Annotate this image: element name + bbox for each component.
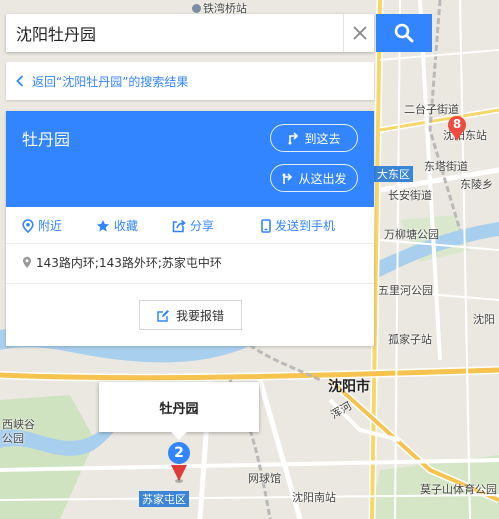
map-label-district: 沈阳 bbox=[473, 313, 495, 326]
map-marker-8[interactable]: 8 bbox=[443, 115, 471, 143]
location-pin-icon bbox=[22, 218, 34, 233]
from-here-button[interactable]: 从这出发 bbox=[270, 164, 358, 192]
share-icon bbox=[172, 219, 186, 232]
chevron-left-icon bbox=[16, 75, 24, 87]
map-label-park: 公园 bbox=[2, 432, 24, 445]
favorite-label: 收藏 bbox=[114, 219, 139, 233]
search-button[interactable] bbox=[376, 14, 432, 52]
nearby-button[interactable]: 附近 bbox=[22, 217, 62, 234]
report-error-label: 我要报错 bbox=[175, 308, 224, 323]
place-card: 牡丹园 到这去 从这出发 附近 收藏 分享 发送到手机 143路内环;143路外… bbox=[6, 111, 374, 346]
send-to-phone-label: 发送到手机 bbox=[275, 219, 336, 233]
marker-number: 2 bbox=[174, 445, 184, 461]
search-icon bbox=[394, 23, 414, 43]
bubble-title: 牡丹园 bbox=[159, 401, 199, 417]
share-button[interactable]: 分享 bbox=[172, 217, 214, 234]
go-here-label: 到这去 bbox=[304, 131, 341, 146]
map-label-park: 万柳塘公园 bbox=[384, 228, 439, 241]
location-pin-icon bbox=[23, 256, 31, 268]
place-card-header: 牡丹园 到这去 从这出发 bbox=[6, 111, 374, 207]
map-label-district: 东陵乡 bbox=[460, 178, 493, 191]
map-label-metro: 大东区 bbox=[374, 166, 413, 182]
divider bbox=[6, 283, 374, 284]
place-title: 牡丹园 bbox=[22, 130, 71, 149]
metro-icon bbox=[192, 4, 201, 13]
map-label-park: 五里河公园 bbox=[378, 284, 433, 297]
back-to-results-link[interactable]: 返回“沈阳牡丹园”的搜索结果 bbox=[6, 62, 374, 100]
send-to-phone-button[interactable]: 发送到手机 bbox=[261, 217, 335, 234]
favorite-button[interactable]: 收藏 bbox=[96, 217, 138, 234]
search-box bbox=[6, 14, 374, 52]
map-label-station: 孤家子站 bbox=[388, 333, 432, 346]
report-error-button[interactable]: 我要报错 bbox=[139, 300, 242, 330]
phone-icon bbox=[261, 218, 271, 233]
route-to-icon bbox=[288, 132, 299, 145]
map-label-station: 沈阳南站 bbox=[292, 491, 336, 504]
map-label-city: 沈阳市 bbox=[328, 379, 370, 395]
star-icon bbox=[97, 219, 109, 232]
map-label-poi: 网球馆 bbox=[248, 472, 281, 485]
share-label: 分享 bbox=[190, 219, 215, 233]
search-input[interactable] bbox=[6, 14, 336, 52]
back-link-label: 返回“沈阳牡丹园”的搜索结果 bbox=[32, 74, 189, 89]
action-bar: 附近 收藏 分享 发送到手机 bbox=[6, 207, 374, 244]
map-label-district: 长安街道 bbox=[388, 189, 432, 202]
map-label-metro: 苏家屯区 bbox=[139, 491, 189, 507]
edit-icon bbox=[157, 309, 169, 322]
from-here-label: 从这出发 bbox=[298, 171, 347, 186]
map-label-district: 东塔街道 bbox=[424, 160, 468, 173]
info-bubble[interactable]: 牡丹园 bbox=[99, 382, 259, 440]
go-here-button[interactable]: 到这去 bbox=[270, 124, 358, 152]
clear-button[interactable] bbox=[343, 14, 375, 52]
close-icon bbox=[352, 26, 367, 40]
bus-lines-row: 143路内环;143路外环;苏家屯中环 bbox=[22, 254, 222, 271]
route-from-icon bbox=[282, 173, 293, 184]
marker-number: 8 bbox=[452, 117, 462, 131]
map-label-park: 莫子山体育公园 bbox=[420, 483, 497, 496]
map-marker-2[interactable]: 2 bbox=[164, 441, 194, 487]
nearby-label: 附近 bbox=[38, 219, 63, 233]
bus-lines-text: 143路内环;143路外环;苏家屯中环 bbox=[36, 256, 222, 270]
